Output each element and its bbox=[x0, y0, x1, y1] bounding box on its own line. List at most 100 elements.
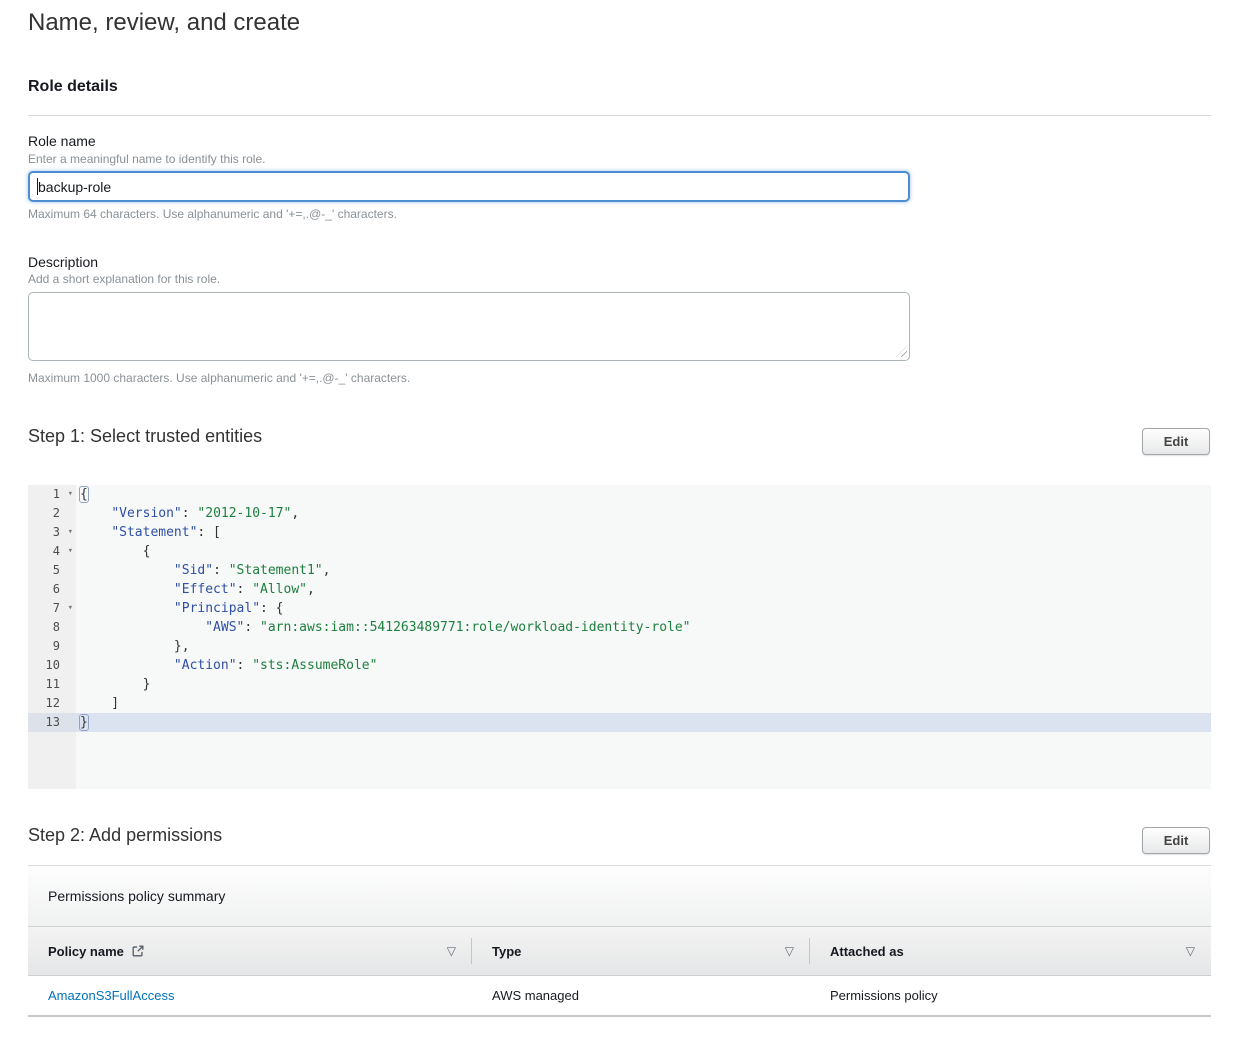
external-link-icon[interactable] bbox=[131, 944, 145, 958]
filter-dropdown-icon[interactable]: ▽ bbox=[1186, 944, 1195, 958]
json-string: "Allow" bbox=[252, 582, 307, 597]
json-punctuation: , bbox=[307, 582, 315, 597]
editor-code-line[interactable]: } bbox=[76, 675, 1211, 694]
edit-step2-button[interactable]: Edit bbox=[1142, 827, 1210, 854]
role-name-help: Maximum 64 characters. Use alphanumeric … bbox=[28, 207, 397, 221]
editor-code-line[interactable]: "Principal": { bbox=[76, 599, 1211, 618]
json-punctuation: , bbox=[291, 506, 299, 521]
policy-table-header: Policy name▽Type▽Attached as▽ bbox=[28, 926, 1211, 976]
json-punctuation: : bbox=[182, 506, 198, 521]
column-label: Policy name bbox=[48, 944, 124, 959]
editor-line-number: 9 bbox=[28, 637, 76, 656]
editor-code-line[interactable]: ] bbox=[76, 694, 1211, 713]
editor-code-line[interactable]: "Statement": [ bbox=[76, 523, 1211, 542]
editor-gutter: 1▾23▾4▾567▾8910111213 bbox=[28, 485, 76, 789]
description-help: Maximum 1000 characters. Use alphanumeri… bbox=[28, 371, 410, 385]
json-punctuation bbox=[80, 620, 205, 635]
json-string: "arn:aws:iam::541263489771:role/workload… bbox=[260, 620, 690, 635]
table-cell: AWS managed bbox=[472, 988, 810, 1003]
json-punctuation: , bbox=[323, 563, 331, 578]
editor-line-number: 12 bbox=[28, 694, 76, 713]
editor-line-number: 5 bbox=[28, 561, 76, 580]
policy-table-body: AmazonS3FullAccessAWS managedPermissions… bbox=[28, 976, 1211, 1017]
editor-code[interactable]: { "Version": "2012-10-17", "Statement": … bbox=[76, 485, 1211, 789]
editor-line-number: 10 bbox=[28, 656, 76, 675]
permissions-panel-header: Permissions policy summary bbox=[28, 865, 1211, 926]
description-hint: Add a short explanation for this role. bbox=[28, 272, 220, 286]
table-cell: Permissions policy bbox=[810, 988, 1211, 1003]
step2-heading: Step 2: Add permissions bbox=[28, 825, 222, 846]
column-header-policy-name: Policy name ▽ bbox=[28, 927, 472, 975]
json-string: "sts:AssumeRole" bbox=[252, 658, 377, 673]
column-label: Attached as bbox=[830, 944, 904, 959]
json-punctuation: ] bbox=[80, 696, 119, 711]
json-punctuation: { bbox=[80, 487, 88, 502]
editor-line-number: 11 bbox=[28, 675, 76, 694]
json-punctuation: : [ bbox=[197, 525, 220, 540]
editor-code-line[interactable]: "Action": "sts:AssumeRole" bbox=[76, 656, 1211, 675]
json-key: "Version" bbox=[111, 506, 181, 521]
json-punctuation bbox=[80, 563, 174, 578]
json-punctuation: } bbox=[80, 715, 88, 730]
role-name-input[interactable] bbox=[28, 171, 910, 202]
editor-code-line[interactable]: { bbox=[76, 485, 1211, 504]
json-key: "AWS" bbox=[205, 620, 244, 635]
page-title: Name, review, and create bbox=[28, 9, 300, 37]
json-punctuation bbox=[80, 601, 174, 616]
editor-code-line[interactable]: } bbox=[76, 713, 1211, 732]
editor-line-number: 8 bbox=[28, 618, 76, 637]
fold-toggle-icon[interactable]: ▾ bbox=[68, 599, 73, 618]
fold-toggle-icon[interactable]: ▾ bbox=[68, 542, 73, 561]
editor-code-line[interactable]: }, bbox=[76, 637, 1211, 656]
editor-code-line[interactable]: "AWS": "arn:aws:iam::541263489771:role/w… bbox=[76, 618, 1211, 637]
json-punctuation: { bbox=[80, 544, 150, 559]
editor-code-line[interactable]: "Effect": "Allow", bbox=[76, 580, 1211, 599]
json-punctuation bbox=[80, 525, 111, 540]
edit-step1-button[interactable]: Edit bbox=[1142, 428, 1210, 455]
editor-line-number: 4▾ bbox=[28, 542, 76, 561]
json-key: "Sid" bbox=[174, 563, 213, 578]
json-punctuation: : bbox=[213, 563, 229, 578]
text-caret bbox=[37, 178, 38, 195]
permissions-panel-title: Permissions policy summary bbox=[48, 888, 225, 904]
editor-line-number: 3▾ bbox=[28, 523, 76, 542]
description-label: Description bbox=[28, 254, 98, 270]
json-key: "Statement" bbox=[111, 525, 197, 540]
json-key: "Principal" bbox=[174, 601, 260, 616]
json-key: "Effect" bbox=[174, 582, 237, 597]
json-punctuation: : { bbox=[260, 601, 283, 616]
role-details-heading: Role details bbox=[28, 78, 118, 96]
json-punctuation bbox=[80, 658, 174, 673]
json-key: "Action" bbox=[174, 658, 237, 673]
json-punctuation: : bbox=[244, 620, 260, 635]
page: { "page_title": "Name, review, and creat… bbox=[0, 0, 1242, 1037]
editor-line-number: 13 bbox=[28, 713, 76, 732]
editor-code-line[interactable]: { bbox=[76, 542, 1211, 561]
json-punctuation bbox=[80, 582, 174, 597]
json-punctuation: : bbox=[237, 658, 253, 673]
json-punctuation: } bbox=[80, 677, 150, 692]
editor-line-number: 1▾ bbox=[28, 485, 76, 504]
policy-name-link[interactable]: AmazonS3FullAccess bbox=[28, 988, 472, 1003]
filter-dropdown-icon[interactable]: ▽ bbox=[447, 944, 456, 958]
json-punctuation bbox=[80, 506, 111, 521]
fold-toggle-icon[interactable]: ▾ bbox=[68, 485, 73, 504]
trust-policy-editor[interactable]: 1▾23▾4▾567▾8910111213 { "Version": "2012… bbox=[28, 485, 1211, 789]
filter-dropdown-icon[interactable]: ▽ bbox=[785, 944, 794, 958]
editor-line-number: 2 bbox=[28, 504, 76, 523]
role-name-label: Role name bbox=[28, 133, 96, 149]
editor-code-line[interactable]: "Sid": "Statement1", bbox=[76, 561, 1211, 580]
permissions-panel: Permissions policy summary Policy name▽T… bbox=[28, 865, 1211, 1017]
editor-line-number: 6 bbox=[28, 580, 76, 599]
table-row: AmazonS3FullAccessAWS managedPermissions… bbox=[28, 976, 1211, 1017]
section-divider bbox=[28, 115, 1211, 116]
json-string: "Statement1" bbox=[229, 563, 323, 578]
json-string: "2012-10-17" bbox=[197, 506, 291, 521]
editor-code-line[interactable]: "Version": "2012-10-17", bbox=[76, 504, 1211, 523]
json-punctuation: }, bbox=[80, 639, 190, 654]
step1-heading: Step 1: Select trusted entities bbox=[28, 426, 262, 447]
editor-line-number: 7▾ bbox=[28, 599, 76, 618]
description-textarea[interactable] bbox=[28, 292, 910, 361]
role-name-hint: Enter a meaningful name to identify this… bbox=[28, 152, 265, 166]
fold-toggle-icon[interactable]: ▾ bbox=[68, 523, 73, 542]
